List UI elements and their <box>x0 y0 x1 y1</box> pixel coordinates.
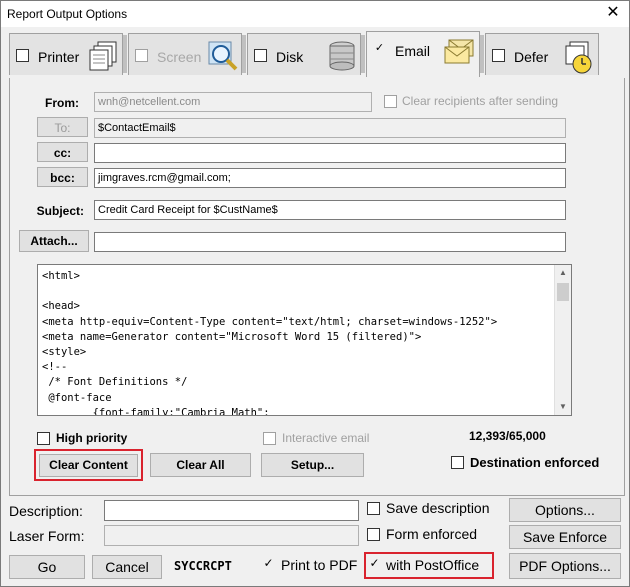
bcc-field[interactable]: jimgraves.rcm@gmail.com; <box>94 168 566 188</box>
with-postoffice-checkbox[interactable]: ✓ <box>368 557 381 571</box>
save-enforce-button[interactable]: Save Enforce <box>509 525 621 549</box>
tab-screen[interactable]: Screen <box>128 33 242 75</box>
cc-field[interactable] <box>94 143 566 163</box>
laser-form-label: Laser Form: <box>9 528 85 544</box>
magnifier-icon <box>207 40 239 75</box>
print-to-pdf-checkbox[interactable]: ✓ <box>262 557 275 571</box>
setup-button[interactable]: Setup... <box>261 453 364 477</box>
interactive-email-label: Interactive email <box>282 431 370 445</box>
disk-checkbox[interactable] <box>254 49 267 62</box>
tab-separator <box>480 35 484 73</box>
scroll-up-icon[interactable]: ▲ <box>555 265 571 281</box>
report-output-options-window: Report Output Options ✕ Printer Screen D… <box>0 0 630 587</box>
window-title: Report Output Options <box>7 7 128 21</box>
destination-enforced-label: Destination enforced <box>470 455 600 470</box>
tab-email-label: Email <box>395 43 431 59</box>
screen-checkbox <box>135 49 148 62</box>
scroll-thumb[interactable] <box>557 283 569 301</box>
description-field[interactable] <box>104 500 359 521</box>
options-button[interactable]: Options... <box>509 498 621 522</box>
email-body-text[interactable]: <html> <head> <meta http-equiv=Content-T… <box>38 265 571 415</box>
clock-icon <box>562 40 594 77</box>
description-label: Description: <box>9 503 83 519</box>
save-description-label: Save description <box>386 500 490 516</box>
subject-label: Subject: <box>36 204 84 218</box>
tab-disk-label: Disk <box>276 49 304 65</box>
attach-button[interactable]: Attach... <box>19 230 89 252</box>
close-icon[interactable]: ✕ <box>605 4 621 22</box>
printer-checkbox[interactable] <box>16 49 29 62</box>
tab-defer[interactable]: Defer <box>485 33 599 75</box>
cc-button[interactable]: cc: <box>37 142 88 162</box>
envelope-icon <box>443 38 475 69</box>
tab-screen-label: Screen <box>157 49 202 65</box>
email-checkbox[interactable]: ✓ <box>373 43 386 56</box>
title-bar: Report Output Options ✕ <box>1 1 629 27</box>
attach-field[interactable] <box>94 232 566 252</box>
email-body-editor[interactable]: <html> <head> <meta http-equiv=Content-T… <box>37 264 572 416</box>
tab-disk[interactable]: Disk <box>247 33 361 75</box>
bcc-button[interactable]: bcc: <box>37 167 88 187</box>
destination-enforced-checkbox[interactable] <box>451 456 464 469</box>
to-field: $ContactEmail$ <box>94 118 566 138</box>
go-button[interactable]: Go <box>9 555 85 579</box>
clear-recipients-checkbox <box>384 95 397 108</box>
from-field: wnh@netcellent.com <box>94 92 372 112</box>
laser-form-field <box>104 525 359 546</box>
scroll-down-icon[interactable]: ▼ <box>555 399 571 415</box>
form-enforced-checkbox[interactable] <box>367 528 380 541</box>
form-enforced-label: Form enforced <box>386 526 478 542</box>
report-code: SYCCRCPT <box>174 559 232 573</box>
to-button: To: <box>37 117 88 137</box>
interactive-email-checkbox <box>263 432 276 445</box>
disk-icon <box>326 40 358 75</box>
high-priority-label: High priority <box>56 431 128 445</box>
clear-recipients-label: Clear recipients after sending <box>402 94 559 108</box>
pdf-options-button[interactable]: PDF Options... <box>509 553 621 579</box>
with-postoffice-label: with PostOffice <box>386 557 480 573</box>
cancel-button[interactable]: Cancel <box>92 555 162 579</box>
tab-email[interactable]: ✓ Email <box>366 31 480 77</box>
from-label: From: <box>45 96 79 110</box>
tab-separator <box>123 35 127 73</box>
print-to-pdf-label: Print to PDF <box>281 557 358 573</box>
printer-icon <box>88 40 120 75</box>
subject-field[interactable]: Credit Card Receipt for $CustName$ <box>94 200 566 220</box>
character-count: 12,393/65,000 <box>469 429 546 443</box>
tab-printer-label: Printer <box>38 49 80 65</box>
tab-separator <box>361 35 365 73</box>
high-priority-checkbox[interactable] <box>37 432 50 445</box>
vertical-scrollbar[interactable]: ▲ ▼ <box>554 265 571 415</box>
tab-separator <box>242 35 246 73</box>
tab-defer-label: Defer <box>514 49 549 65</box>
clear-content-highlight <box>34 449 143 481</box>
defer-checkbox[interactable] <box>492 49 505 62</box>
clear-all-button[interactable]: Clear All <box>150 453 251 477</box>
save-description-checkbox[interactable] <box>367 502 380 515</box>
tab-printer[interactable]: Printer <box>9 33 123 75</box>
